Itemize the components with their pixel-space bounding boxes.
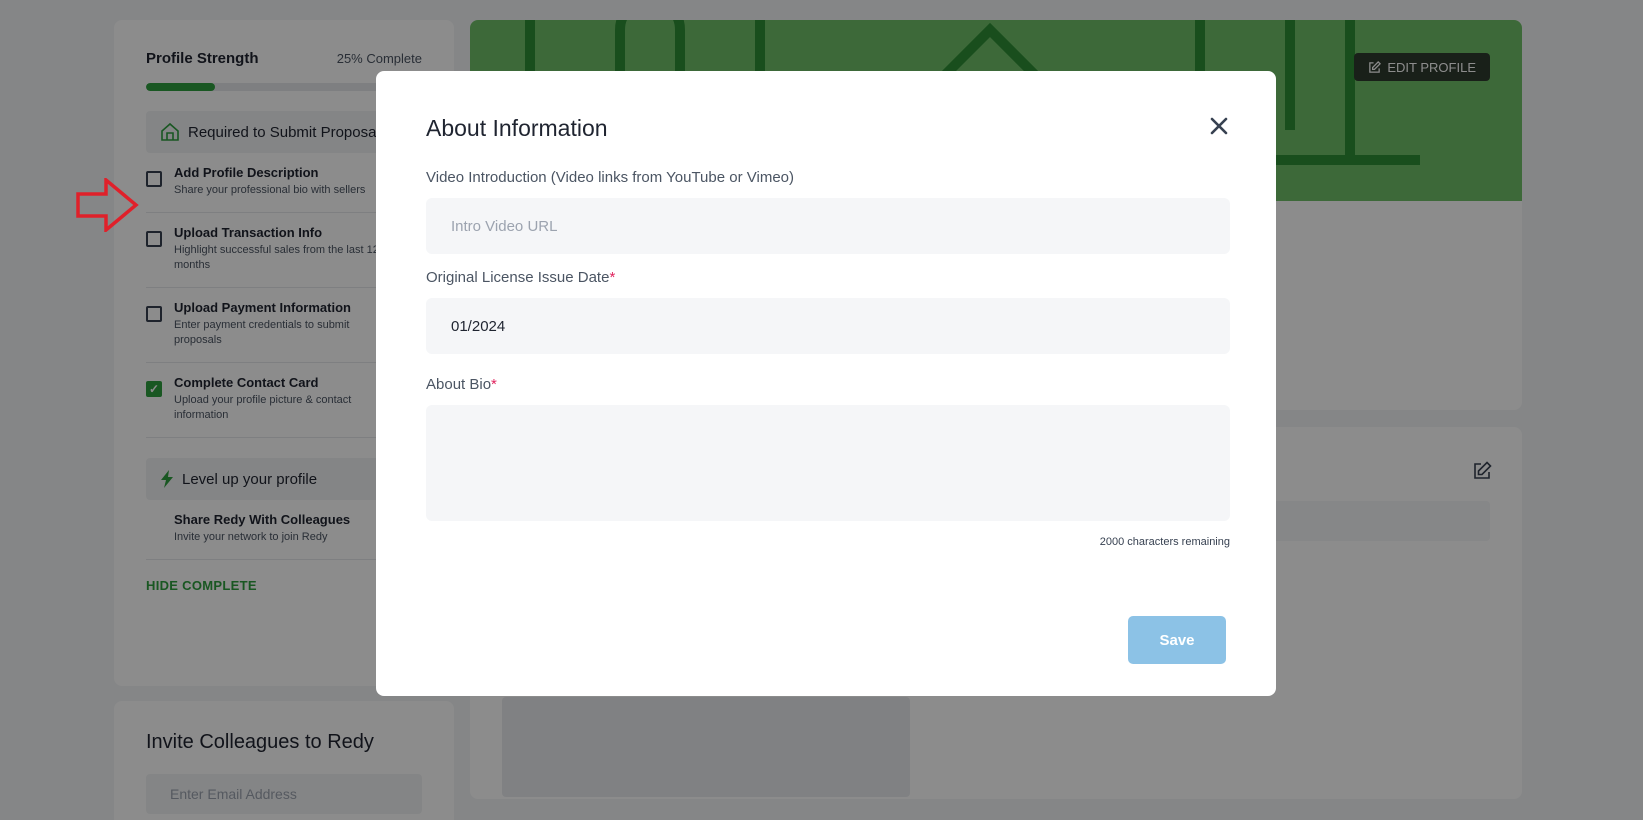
bio-field-group: About Bio* 2000 characters remaining xyxy=(426,376,1230,548)
close-icon xyxy=(1210,117,1228,135)
about-bio-textarea[interactable] xyxy=(426,405,1230,521)
license-field-group: Original License Issue Date* xyxy=(426,269,1230,354)
required-asterisk: * xyxy=(491,376,497,393)
about-information-modal: About Information Video Introduction (Vi… xyxy=(376,71,1276,696)
video-intro-label: Video Introduction (Video links from You… xyxy=(426,169,794,186)
license-date-input[interactable] xyxy=(426,298,1230,354)
about-bio-label: About Bio* xyxy=(426,376,497,393)
characters-remaining: 2000 characters remaining xyxy=(1099,536,1230,548)
video-url-input[interactable] xyxy=(426,198,1230,254)
video-field-group: Video Introduction (Video links from You… xyxy=(426,169,1230,254)
license-date-label-text: Original License Issue Date xyxy=(426,269,610,286)
about-bio-label-text: About Bio xyxy=(426,376,492,393)
close-button[interactable] xyxy=(1206,113,1232,139)
save-button[interactable]: Save xyxy=(1128,616,1226,664)
required-asterisk: * xyxy=(609,269,616,286)
modal-title: About Information xyxy=(426,115,608,141)
license-date-label: Original License Issue Date* xyxy=(426,269,615,286)
red-arrow-annotation xyxy=(76,178,139,232)
